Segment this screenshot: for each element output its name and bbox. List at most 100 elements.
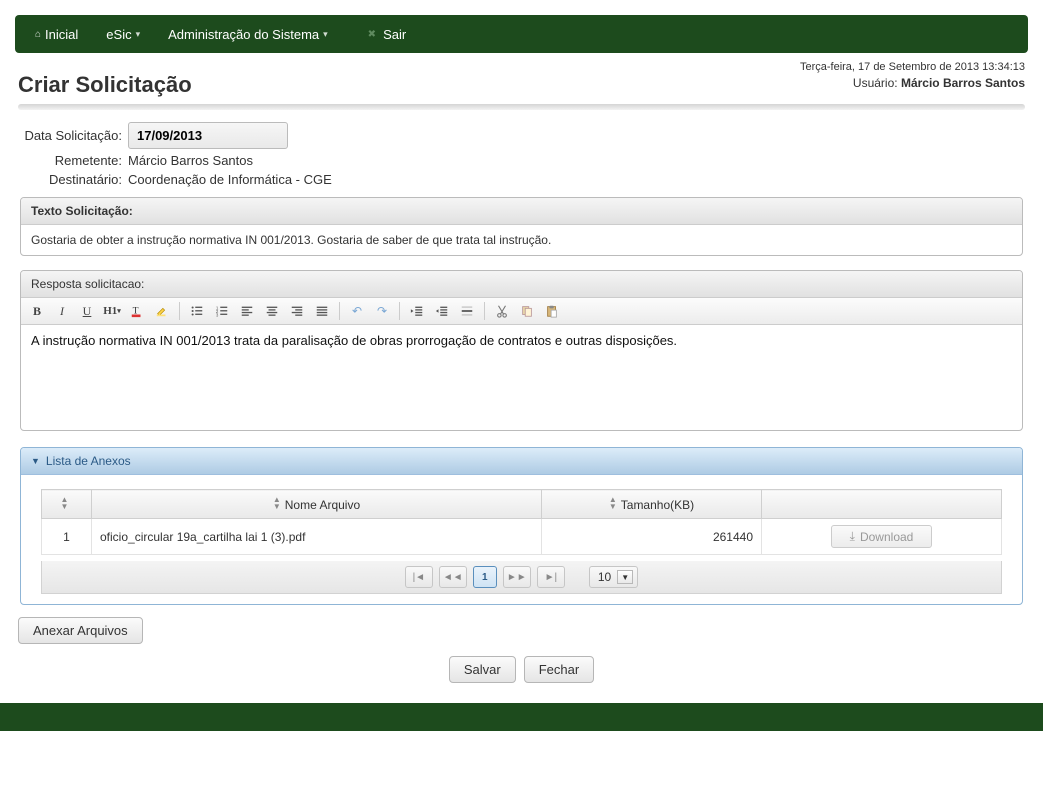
align-right-icon: [290, 304, 304, 318]
hr-icon: [460, 304, 474, 318]
heading-button[interactable]: H1▾: [102, 301, 122, 321]
hr-button[interactable]: [457, 301, 477, 321]
align-left-button[interactable]: [237, 301, 257, 321]
save-button[interactable]: Salvar: [449, 656, 516, 683]
recipient-label: Destinatário:: [18, 172, 128, 187]
sort-icon: ▲▼: [609, 496, 617, 510]
pager-last[interactable]: ►|: [537, 566, 565, 588]
nav-admin[interactable]: Administração do Sistema ▾: [154, 27, 342, 42]
bold-button[interactable]: B: [27, 301, 47, 321]
separator: [179, 302, 180, 320]
separator: [484, 302, 485, 320]
ordered-list-button[interactable]: 123: [212, 301, 232, 321]
attachments-header[interactable]: ▼ Lista de Anexos: [21, 448, 1022, 475]
align-left-icon: [240, 304, 254, 318]
editor-toolbar: B I U H1▾ T 123: [21, 298, 1022, 325]
nav-esic[interactable]: eSic ▾: [92, 27, 154, 42]
close-icon: ✖: [368, 29, 376, 40]
align-right-button[interactable]: [287, 301, 307, 321]
indent-button[interactable]: [432, 301, 452, 321]
nav-exit[interactable]: ✖ Sair: [354, 27, 421, 42]
redo-button[interactable]: ↷: [372, 301, 392, 321]
request-text-header: Texto Solicitação:: [21, 198, 1022, 225]
font-color-icon: T: [130, 304, 144, 318]
cell-index: 1: [42, 519, 92, 555]
request-text-body: Gostaria de obter a instrução normativa …: [21, 225, 1022, 255]
nav-home[interactable]: ⌂ Inicial: [21, 27, 92, 42]
sort-icon: ▲▼: [273, 496, 281, 510]
nav-esic-label: eSic: [106, 27, 131, 42]
attachments-header-label: Lista de Anexos: [46, 454, 131, 468]
pager-pagesize-value: 10: [598, 570, 611, 584]
chevron-down-icon: ▾: [323, 29, 328, 40]
attachments-table: ▲▼ ▲▼Nome Arquivo ▲▼Tamanho(KB) 1 oficio…: [41, 489, 1002, 555]
cell-name: oficio_circular 19a_cartilha lai 1 (3).p…: [92, 519, 542, 555]
highlight-button[interactable]: [152, 301, 172, 321]
close-button[interactable]: Fechar: [524, 656, 594, 683]
nav-exit-label: Sair: [383, 27, 406, 42]
pager: |◄ ◄◄ 1 ►► ►| 10 ▼: [41, 561, 1002, 594]
underline-button[interactable]: U: [77, 301, 97, 321]
separator: [339, 302, 340, 320]
sender-value: Márcio Barros Santos: [128, 153, 253, 168]
col-index[interactable]: ▲▼: [42, 490, 92, 519]
date-input[interactable]: [128, 122, 288, 149]
list-ul-icon: [190, 304, 204, 318]
align-justify-icon: [315, 304, 329, 318]
status-user-label: Usuário:: [853, 76, 898, 90]
highlight-icon: [155, 304, 169, 318]
date-label: Data Solicitação:: [18, 128, 128, 143]
cut-icon: [495, 304, 509, 318]
response-panel: Resposta solicitacao: B I U H1▾ T 123: [20, 270, 1023, 431]
pager-first[interactable]: |◄: [405, 566, 433, 588]
align-justify-button[interactable]: [312, 301, 332, 321]
outdent-icon: [410, 304, 424, 318]
pager-next[interactable]: ►►: [503, 566, 531, 588]
download-label: Download: [860, 530, 913, 544]
indent-icon: [435, 304, 449, 318]
cell-size: 261440: [542, 519, 762, 555]
attach-files-button[interactable]: Anexar Arquivos: [18, 617, 143, 644]
paste-button[interactable]: [542, 301, 562, 321]
nav-admin-label: Administração do Sistema: [168, 27, 319, 42]
font-color-button[interactable]: T: [127, 301, 147, 321]
col-size[interactable]: ▲▼Tamanho(KB): [542, 490, 762, 519]
status-user-name: Márcio Barros Santos: [901, 76, 1025, 90]
sort-icon: ▲▼: [61, 496, 69, 510]
chevron-down-icon: ▾: [136, 29, 141, 40]
svg-text:3: 3: [216, 312, 219, 317]
italic-button[interactable]: I: [52, 301, 72, 321]
paste-icon: [545, 304, 559, 318]
home-icon: ⌂: [35, 29, 41, 40]
copy-icon: [520, 304, 534, 318]
undo-button[interactable]: ↶: [347, 301, 367, 321]
outdent-button[interactable]: [407, 301, 427, 321]
request-text-panel: Texto Solicitação: Gostaria de obter a i…: [20, 197, 1023, 256]
top-nav: ⌂ Inicial eSic ▾ Administração do Sistem…: [15, 15, 1028, 53]
response-header: Resposta solicitacao:: [21, 271, 1022, 298]
col-actions: [762, 490, 1002, 519]
pager-prev[interactable]: ◄◄: [439, 566, 467, 588]
col-name[interactable]: ▲▼Nome Arquivo: [92, 490, 542, 519]
nav-home-label: Inicial: [45, 27, 78, 42]
unordered-list-button[interactable]: [187, 301, 207, 321]
response-editor[interactable]: A instrução normativa IN 001/2013 trata …: [21, 325, 1022, 430]
request-info: Data Solicitação: Remetente: Márcio Barr…: [18, 122, 1025, 187]
download-icon: ⤓: [850, 529, 855, 544]
attachments-panel: ▼ Lista de Anexos ▲▼ ▲▼Nome Arquivo ▲▼Ta…: [20, 447, 1023, 605]
table-row: 1 oficio_circular 19a_cartilha lai 1 (3)…: [42, 519, 1002, 555]
pager-pagesize-select[interactable]: 10 ▼: [589, 566, 638, 588]
copy-button[interactable]: [517, 301, 537, 321]
sender-label: Remetente:: [18, 153, 128, 168]
footer-bar: [0, 703, 1043, 731]
divider: [18, 104, 1025, 110]
list-ol-icon: 123: [215, 304, 229, 318]
pager-page-current[interactable]: 1: [473, 566, 497, 588]
align-center-button[interactable]: [262, 301, 282, 321]
cut-button[interactable]: [492, 301, 512, 321]
align-center-icon: [265, 304, 279, 318]
chevron-down-icon: ▼: [617, 570, 633, 584]
download-button[interactable]: ⤓ Download: [831, 525, 933, 548]
separator: [399, 302, 400, 320]
collapse-icon: ▼: [31, 456, 40, 466]
